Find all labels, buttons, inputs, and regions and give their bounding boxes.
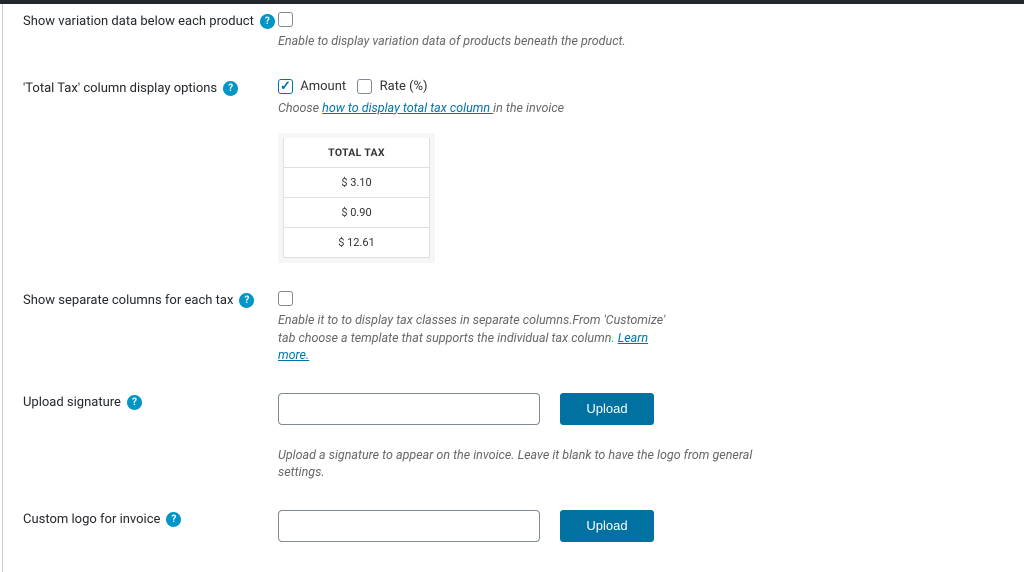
settings-form: Show variation data below each product ?… [2,4,1024,572]
table-row: $ 3.10 [284,168,430,198]
upload-signature-button[interactable]: Upload [560,393,654,425]
logo-path-input[interactable] [278,510,540,542]
upload-controls-signature: Upload [278,393,1004,425]
tax-preview-table: TOTAL TAX $ 3.10 $ 0.90 $ 12.61 [283,138,430,258]
label-amount: Amount [300,79,346,94]
help-icon[interactable]: ? [223,81,238,96]
desc-variation-data: Enable to display variation data of prod… [278,33,758,51]
field-variation-data: Enable to display variation data of prod… [278,12,1004,51]
desc-total-tax: Choose how to display total tax column i… [278,100,758,118]
table-row: $ 12.61 [284,228,430,258]
checkbox-separate-cols[interactable] [278,291,293,306]
link-total-tax-help[interactable]: how to display total tax column [322,101,493,116]
checkbox-variation-data[interactable] [278,12,293,27]
row-total-tax: 'Total Tax' column display options ? Amo… [23,79,1004,264]
label-variation-data: Show variation data below each product ? [23,12,278,29]
row-variation-data: Show variation data below each product ?… [23,12,1004,51]
label-total-tax: 'Total Tax' column display options ? [23,79,278,96]
tax-cell: $ 0.90 [284,198,430,228]
help-icon[interactable]: ? [260,14,275,29]
label-upload-signature: Upload signature ? [23,393,278,410]
field-upload-signature: Upload Upload a signature to appear on t… [278,393,1004,482]
tax-cell: $ 3.10 [284,168,430,198]
checkbox-amount[interactable] [278,79,293,94]
desc-pre: Choose [278,101,322,116]
table-row: $ 0.90 [284,198,430,228]
desc-separate-cols: Enable it to to display tax classes in s… [278,312,678,365]
field-separate-cols: Enable it to to display tax classes in s… [278,291,1004,365]
field-custom-logo: Upload [278,510,1004,542]
total-tax-preview: TOTAL TAX $ 3.10 $ 0.90 $ 12.61 [278,133,435,263]
row-custom-logo: Custom logo for invoice ? Upload [23,510,1004,542]
row-upload-signature: Upload signature ? Upload Upload a signa… [23,393,1004,482]
desc-signature: Upload a signature to appear on the invo… [278,447,758,482]
upload-logo-button[interactable]: Upload [560,510,654,542]
tax-cell: $ 12.61 [284,228,430,258]
row-separate-cols: Show separate columns for each tax ? Ena… [23,291,1004,365]
field-total-tax: Amount Rate (%) Choose how to display to… [278,79,1004,264]
checkbox-rate[interactable] [357,79,372,94]
label-custom-logo: Custom logo for invoice ? [23,510,278,527]
signature-path-input[interactable] [278,393,540,425]
upload-controls-logo: Upload [278,510,1004,542]
label-text: Show separate columns for each tax [23,293,233,308]
desc-pre: Enable it to to display tax classes in s… [278,313,665,346]
label-separate-cols: Show separate columns for each tax ? [23,291,278,308]
label-text: 'Total Tax' column display options [23,81,217,96]
total-tax-options: Amount Rate (%) [278,79,436,94]
label-text: Show variation data below each product [23,14,254,29]
label-rate: Rate (%) [380,79,428,94]
help-icon[interactable]: ? [166,512,181,527]
help-icon[interactable]: ? [127,395,142,410]
tax-preview-header: TOTAL TAX [284,138,430,168]
label-text: Custom logo for invoice [23,512,160,527]
help-icon[interactable]: ? [239,293,254,308]
label-text: Upload signature [23,395,121,410]
desc-post: in the invoice [493,101,564,116]
